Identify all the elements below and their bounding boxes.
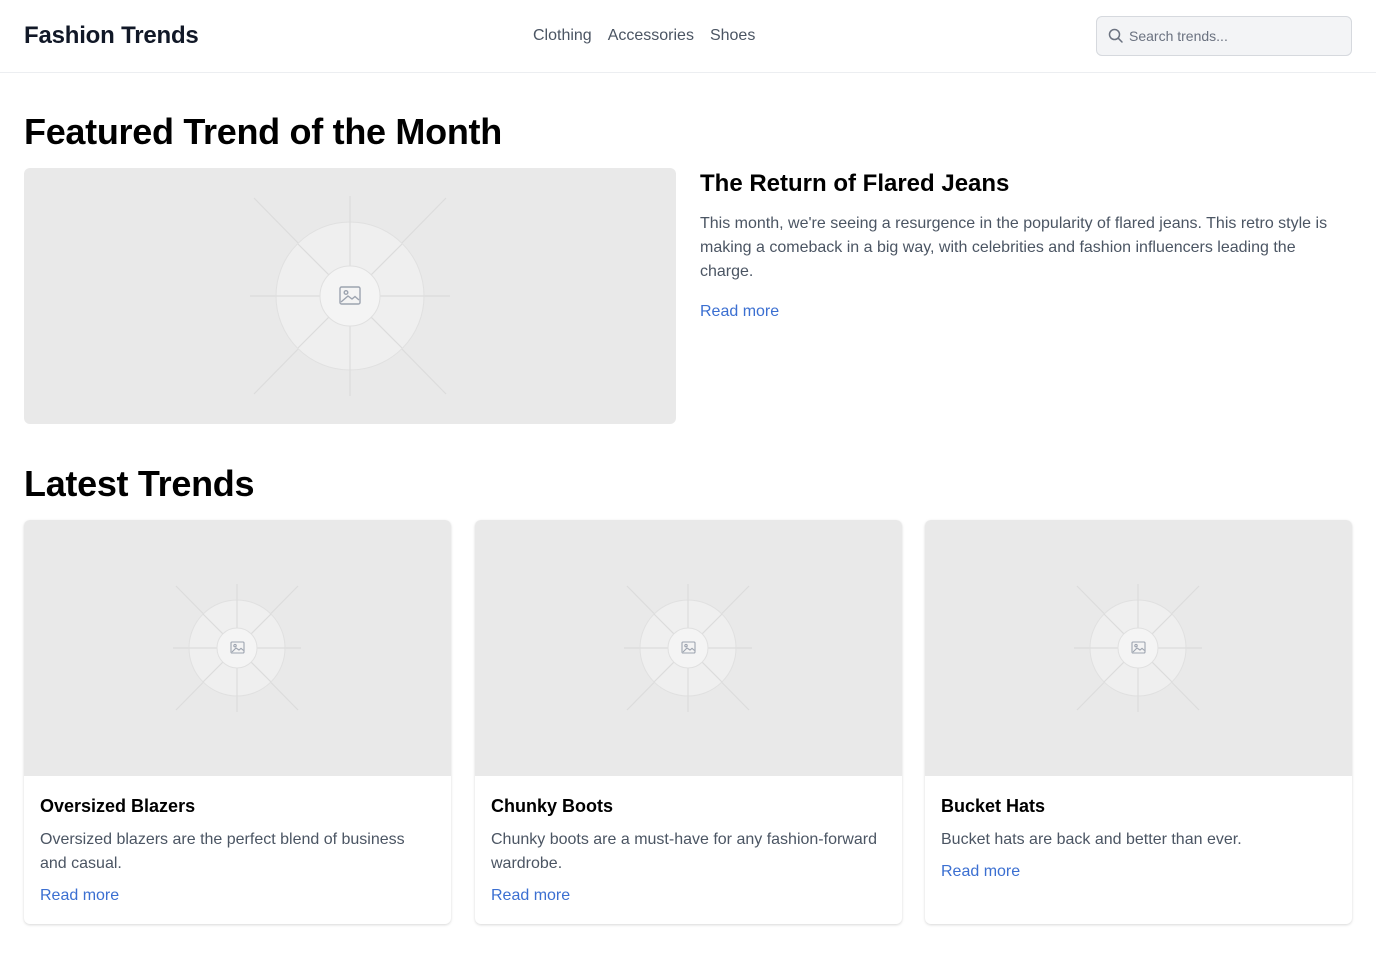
trend-card-read-more-link[interactable]: Read more — [491, 884, 570, 908]
trend-card-read-more-link[interactable]: Read more — [941, 860, 1020, 884]
image-placeholder-icon — [250, 196, 450, 396]
nav-link-clothing[interactable]: Clothing — [533, 24, 592, 48]
featured-read-more-link[interactable]: Read more — [700, 300, 779, 324]
trend-card: Bucket Hats Bucket hats are back and bet… — [925, 520, 1352, 924]
featured-article-title: The Return of Flared Jeans — [700, 170, 1010, 197]
nav-link-shoes[interactable]: Shoes — [710, 24, 755, 48]
image-placeholder-icon — [1074, 584, 1202, 712]
latest-section-title: Latest Trends — [24, 463, 255, 504]
search-box[interactable] — [1096, 16, 1352, 56]
trend-card-body: Chunky Boots Chunky boots are a must-hav… — [491, 792, 886, 908]
image-placeholder-icon — [624, 584, 752, 712]
trend-card-body: Bucket Hats Bucket hats are back and bet… — [941, 792, 1336, 884]
featured-article-description: This month, we're seeing a resurgence in… — [700, 215, 1328, 280]
trend-card-description: Chunky boots are a must-have for any fas… — [491, 831, 877, 872]
trend-card-body: Oversized Blazers Oversized blazers are … — [40, 792, 435, 908]
trend-card-read-more-link[interactable]: Read more — [40, 884, 119, 908]
search-icon — [1108, 28, 1124, 44]
nav-link-accessories[interactable]: Accessories — [608, 24, 694, 48]
image-placeholder-icon — [173, 584, 301, 712]
trend-card: Oversized Blazers Oversized blazers are … — [24, 520, 451, 924]
featured-article: The Return of Flared Jeans This month, w… — [700, 168, 1340, 324]
featured-image[interactable] — [24, 168, 676, 424]
main-nav: Clothing Accessories Shoes — [533, 24, 755, 48]
site-header: Fashion Trends Clothing Accessories Shoe… — [0, 0, 1376, 73]
trend-card-description: Oversized blazers are the perfect blend … — [40, 831, 405, 872]
search-input[interactable] — [1129, 17, 1345, 55]
trend-card: Chunky Boots Chunky boots are a must-hav… — [475, 520, 902, 924]
trend-card-description: Bucket hats are back and better than eve… — [941, 831, 1242, 848]
trend-card-image[interactable] — [925, 520, 1352, 776]
site-logo[interactable]: Fashion Trends — [24, 20, 199, 52]
trend-card-image[interactable] — [24, 520, 451, 776]
trend-card-title: Chunky Boots — [491, 796, 614, 816]
trend-card-title: Oversized Blazers — [40, 796, 196, 816]
trend-card-title: Bucket Hats — [941, 796, 1046, 816]
trend-card-image[interactable] — [475, 520, 902, 776]
featured-section-title: Featured Trend of the Month — [24, 111, 502, 152]
